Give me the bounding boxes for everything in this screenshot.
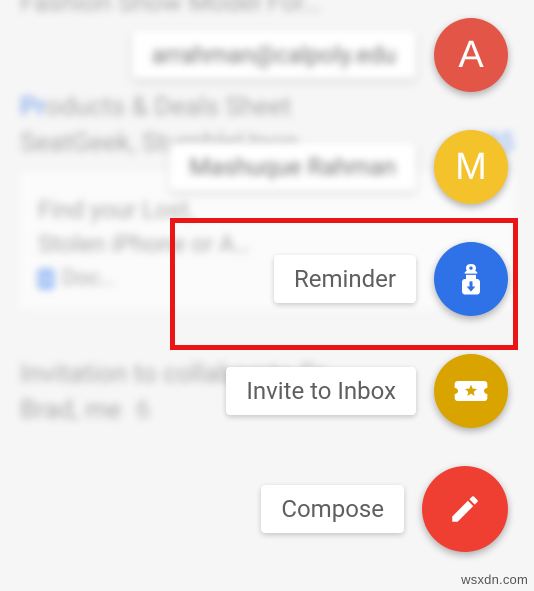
reminder-label[interactable]: Reminder (274, 255, 416, 303)
compose-fab[interactable] (422, 466, 508, 552)
contact-suggestion-1[interactable]: arrahman@calpoly.edu A (132, 18, 508, 92)
ticket-icon (451, 371, 491, 411)
fab-menu: arrahman@calpoly.edu A Mashuque Rahman M… (132, 18, 508, 552)
compose-action[interactable]: Compose (261, 466, 508, 552)
contact-chip[interactable]: arrahman@calpoly.edu (132, 31, 416, 79)
contact-suggestion-2[interactable]: Mashuque Rahman M (169, 130, 508, 204)
invite-fab[interactable] (434, 354, 508, 428)
invite-action[interactable]: Invite to Inbox (226, 354, 508, 428)
avatar[interactable]: A (434, 18, 508, 92)
compose-label[interactable]: Compose (261, 485, 404, 533)
avatar[interactable]: M (434, 130, 508, 204)
pencil-icon (448, 492, 482, 526)
contact-chip[interactable]: Mashuque Rahman (169, 143, 416, 191)
reminder-action[interactable]: Reminder (274, 242, 508, 316)
reminder-fab[interactable] (434, 242, 508, 316)
watermark: wsxdn.com (461, 572, 528, 587)
doc-icon (38, 269, 54, 289)
invite-label[interactable]: Invite to Inbox (226, 367, 416, 415)
reminder-icon (451, 259, 491, 299)
bg-subject: Fashion Show Model For… (20, 0, 514, 18)
